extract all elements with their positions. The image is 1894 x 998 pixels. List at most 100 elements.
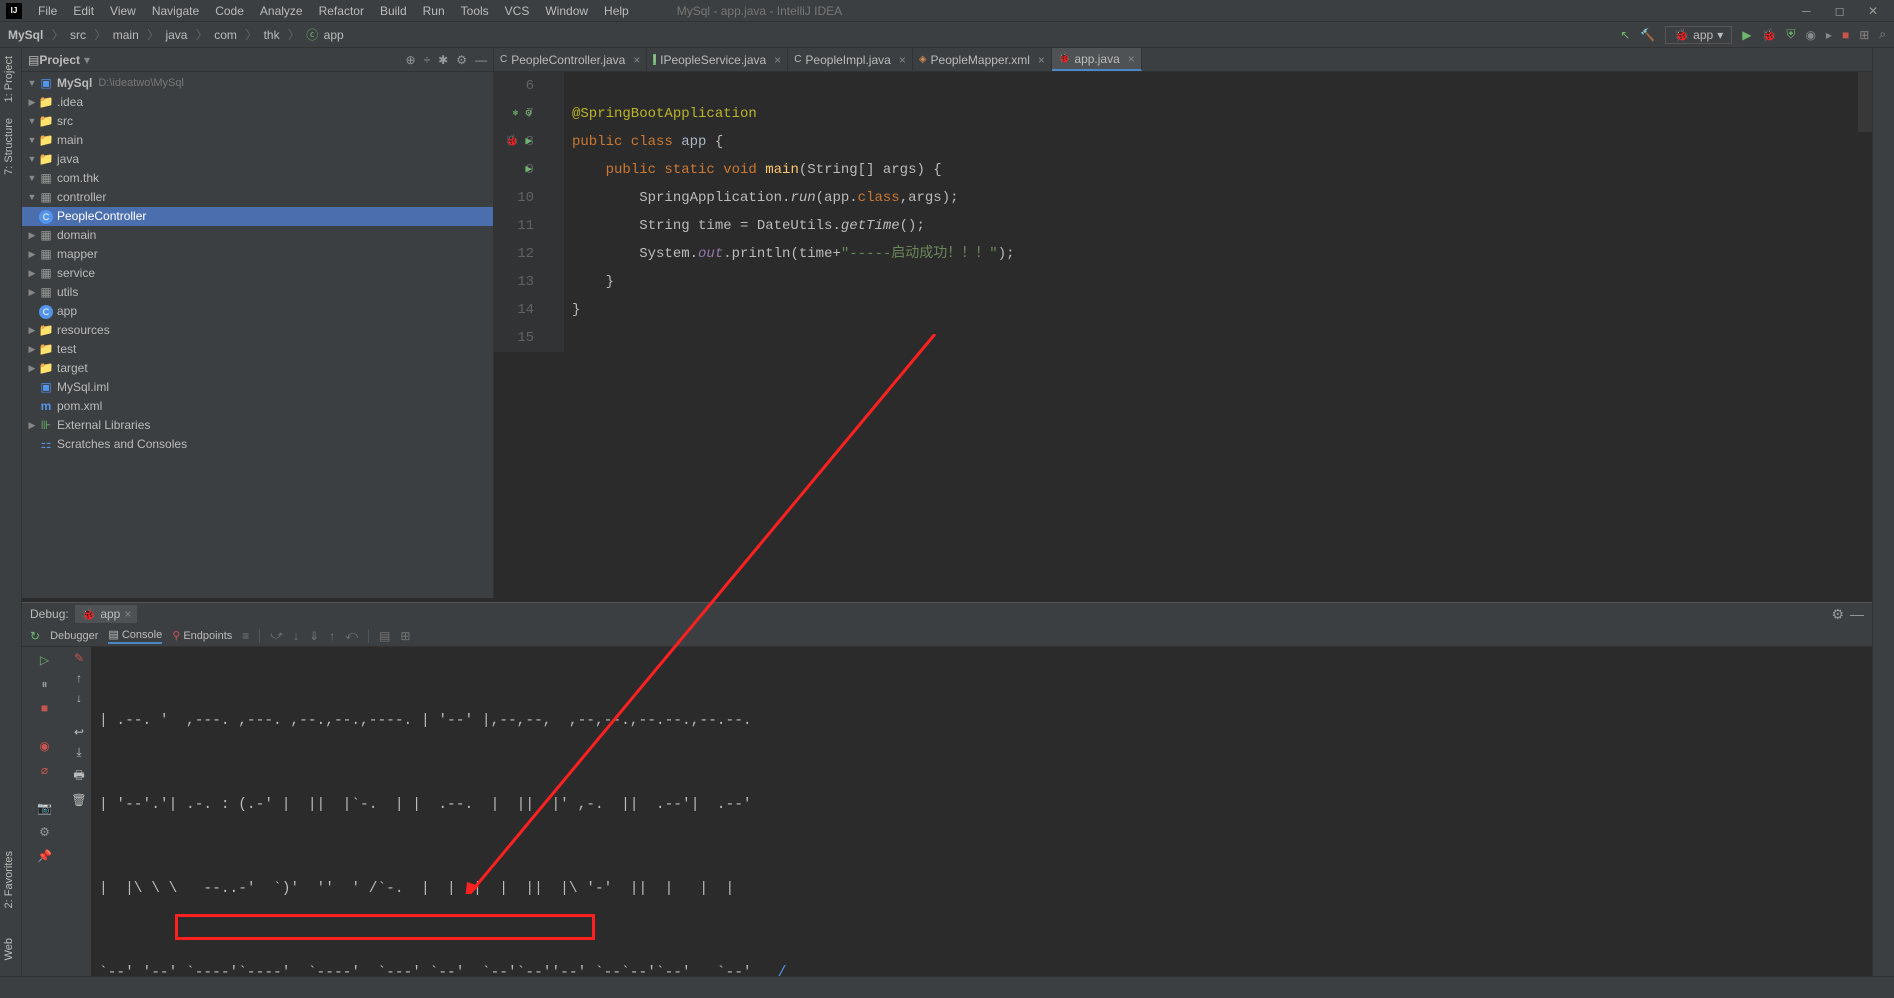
spring-icon[interactable]: ⎈ ⚙ — [512, 100, 532, 128]
resume-icon[interactable]: ▷ — [36, 651, 54, 669]
debugger-tab[interactable]: Debugger — [50, 630, 98, 642]
tree-node-pomxml[interactable]: mpom.xml — [22, 397, 493, 416]
run-icon[interactable]: ▶ — [1742, 28, 1751, 42]
hide-icon[interactable]: — — [475, 53, 487, 67]
run-config-dropdown[interactable]: 🐞 app ▾ — [1665, 26, 1732, 44]
hammer-icon[interactable]: 🔨 — [1640, 28, 1655, 42]
expand-all-icon[interactable]: ÷ — [424, 53, 431, 67]
gear-icon[interactable]: ⚙ — [456, 53, 467, 67]
menu-view[interactable]: View — [102, 4, 144, 18]
step-over-icon[interactable]: ⤻ — [270, 628, 283, 643]
tree-node-domain[interactable]: ▶▦domain — [22, 226, 493, 245]
threads-icon[interactable]: ≡ — [242, 629, 249, 643]
breadcrumb-part[interactable]: src — [70, 28, 86, 42]
menu-analyze[interactable]: Analyze — [252, 4, 311, 18]
breadcrumb-leaf[interactable]: app — [324, 28, 344, 42]
camera-icon[interactable]: 📷 — [36, 799, 54, 817]
tree-node-java[interactable]: ▼📁java — [22, 150, 493, 169]
settings-icon[interactable]: ⚙ — [36, 823, 54, 841]
breadcrumb-part[interactable]: com — [214, 28, 237, 42]
stop-icon[interactable]: ■ — [1842, 28, 1849, 42]
tree-node-utils[interactable]: ▶▦utils — [22, 283, 493, 302]
close-icon[interactable]: × — [899, 53, 906, 67]
menu-file[interactable]: File — [30, 4, 65, 18]
run-to-cursor-icon[interactable]: ▤ — [379, 629, 390, 643]
minimize-button[interactable]: ─ — [1791, 4, 1821, 18]
debug-session-tab[interactable]: 🐞 app × — [75, 605, 137, 623]
tab-web[interactable]: Web — [0, 930, 18, 968]
up-icon[interactable]: ↑ — [76, 671, 82, 685]
collapse-all-icon[interactable]: ✱ — [438, 53, 448, 67]
menu-refactor[interactable]: Refactor — [311, 4, 372, 18]
menu-build[interactable]: Build — [372, 4, 415, 18]
code-content[interactable]: @SpringBootApplication public class app … — [564, 72, 1872, 352]
tab-favorites[interactable]: 2: Favorites — [0, 843, 18, 916]
tree-root[interactable]: ▼▣ MySql D:\ideatwo\MySql — [22, 74, 493, 93]
endpoints-tab[interactable]: ⚲ Endpoints — [172, 629, 232, 642]
breadcrumb-part[interactable]: thk — [264, 28, 280, 42]
pin-icon[interactable]: 📌 — [36, 847, 54, 865]
tree-node-scratches[interactable]: ⚏Scratches and Consoles — [22, 435, 493, 454]
tree-node-external[interactable]: ▶⊪External Libraries — [22, 416, 493, 435]
coverage-icon[interactable]: ⛨ — [1786, 27, 1795, 42]
console-tab[interactable]: ▤ Console — [108, 628, 162, 644]
step-into-icon[interactable]: ↓ — [293, 629, 299, 643]
breadcrumb-root[interactable]: MySql — [8, 28, 43, 42]
tree-node-mysqliml[interactable]: ▣MySql.iml — [22, 378, 493, 397]
evaluate-icon[interactable]: ⊞ — [400, 629, 410, 643]
menu-navigate[interactable]: Navigate — [144, 4, 207, 18]
close-icon[interactable]: × — [1128, 52, 1135, 66]
tree-node-peoplecontroller[interactable]: CPeopleController — [22, 207, 493, 226]
tree-node-app[interactable]: Capp — [22, 302, 493, 321]
step-out-icon[interactable]: ↑ — [329, 629, 335, 643]
stop-icon[interactable]: ■ — [36, 699, 54, 717]
breadcrumb[interactable]: MySql 〉 src 〉 main 〉 java 〉 com 〉 thk 〉 … — [8, 26, 346, 43]
console-output[interactable]: | .--. ' ,---. ,---. ,--.,--.,----. | '-… — [91, 647, 1872, 976]
pause-icon[interactable]: ⏸ — [36, 675, 54, 693]
project-tree[interactable]: ▼▣ MySql D:\ideatwo\MySql ▶📁.idea ▼📁src … — [22, 72, 493, 456]
editor-tab-peoplecontroller[interactable]: C PeopleController.java × — [494, 48, 647, 71]
menu-window[interactable]: Window — [537, 4, 596, 18]
breadcrumb-part[interactable]: java — [165, 28, 187, 42]
menu-edit[interactable]: Edit — [65, 4, 102, 18]
breadcrumb-part[interactable]: main — [113, 28, 139, 42]
run-gutter-icon[interactable]: ▶ — [525, 156, 532, 184]
tree-node-test[interactable]: ▶📁test — [22, 340, 493, 359]
menu-help[interactable]: Help — [596, 4, 637, 18]
editor-minimap[interactable] — [1858, 72, 1872, 132]
search-everywhere-icon[interactable]: ⌕ — [1879, 27, 1886, 42]
tree-node-controller[interactable]: ▼▦controller — [22, 188, 493, 207]
editor-tab-peopleimpl[interactable]: C PeopleImpl.java × — [788, 48, 913, 71]
clear-all-icon[interactable]: 🗑 — [71, 793, 86, 807]
menu-code[interactable]: Code — [207, 4, 252, 18]
run-gutter-icon[interactable]: 🐞 ▶ — [505, 128, 532, 156]
close-button[interactable]: ✕ — [1858, 4, 1888, 18]
tree-node-idea[interactable]: ▶📁.idea — [22, 93, 493, 112]
rerun-icon[interactable]: ↻ — [30, 629, 40, 643]
tree-node-src[interactable]: ▼📁src — [22, 112, 493, 131]
print-icon[interactable]: 🖶 — [73, 766, 84, 787]
tab-structure[interactable]: 7: Structure — [0, 110, 18, 183]
scroll-end-icon[interactable]: ⤓ — [76, 745, 81, 760]
maximize-button[interactable]: ◻ — [1825, 4, 1855, 18]
editor-tab-ipeopleservice[interactable]: I IPeopleService.java × — [647, 48, 788, 71]
back-arrow-icon[interactable]: ↖ — [1620, 28, 1630, 42]
close-icon[interactable]: × — [774, 53, 781, 67]
tree-node-main[interactable]: ▼📁main — [22, 131, 493, 150]
menu-vcs[interactable]: VCS — [497, 4, 538, 18]
chevron-down-icon[interactable]: ▾ — [84, 53, 90, 67]
gear-icon[interactable]: ⚙ — [1831, 606, 1844, 623]
debug-icon[interactable]: 🐞 — [1761, 28, 1776, 42]
tree-node-comthk[interactable]: ▼▦com.thk — [22, 169, 493, 188]
force-step-into-icon[interactable]: ⇓ — [309, 629, 319, 643]
hide-icon[interactable]: — — [1850, 606, 1864, 622]
tab-project[interactable]: 1: Project — [0, 48, 18, 110]
down-icon[interactable]: ↓ — [76, 691, 82, 705]
drop-frame-icon[interactable]: ⤺ — [345, 628, 358, 643]
menu-run[interactable]: Run — [415, 4, 453, 18]
close-icon[interactable]: × — [1038, 53, 1045, 67]
mute-breakpoints-icon[interactable]: ⌀ — [36, 761, 54, 779]
tree-node-service[interactable]: ▶▦service — [22, 264, 493, 283]
code-editor[interactable]: 6 7⎈ ⚙ 8🐞 ▶ 9▶ 10 11 12 13 14 15 @Spring… — [494, 72, 1872, 598]
close-icon[interactable]: × — [124, 607, 131, 621]
